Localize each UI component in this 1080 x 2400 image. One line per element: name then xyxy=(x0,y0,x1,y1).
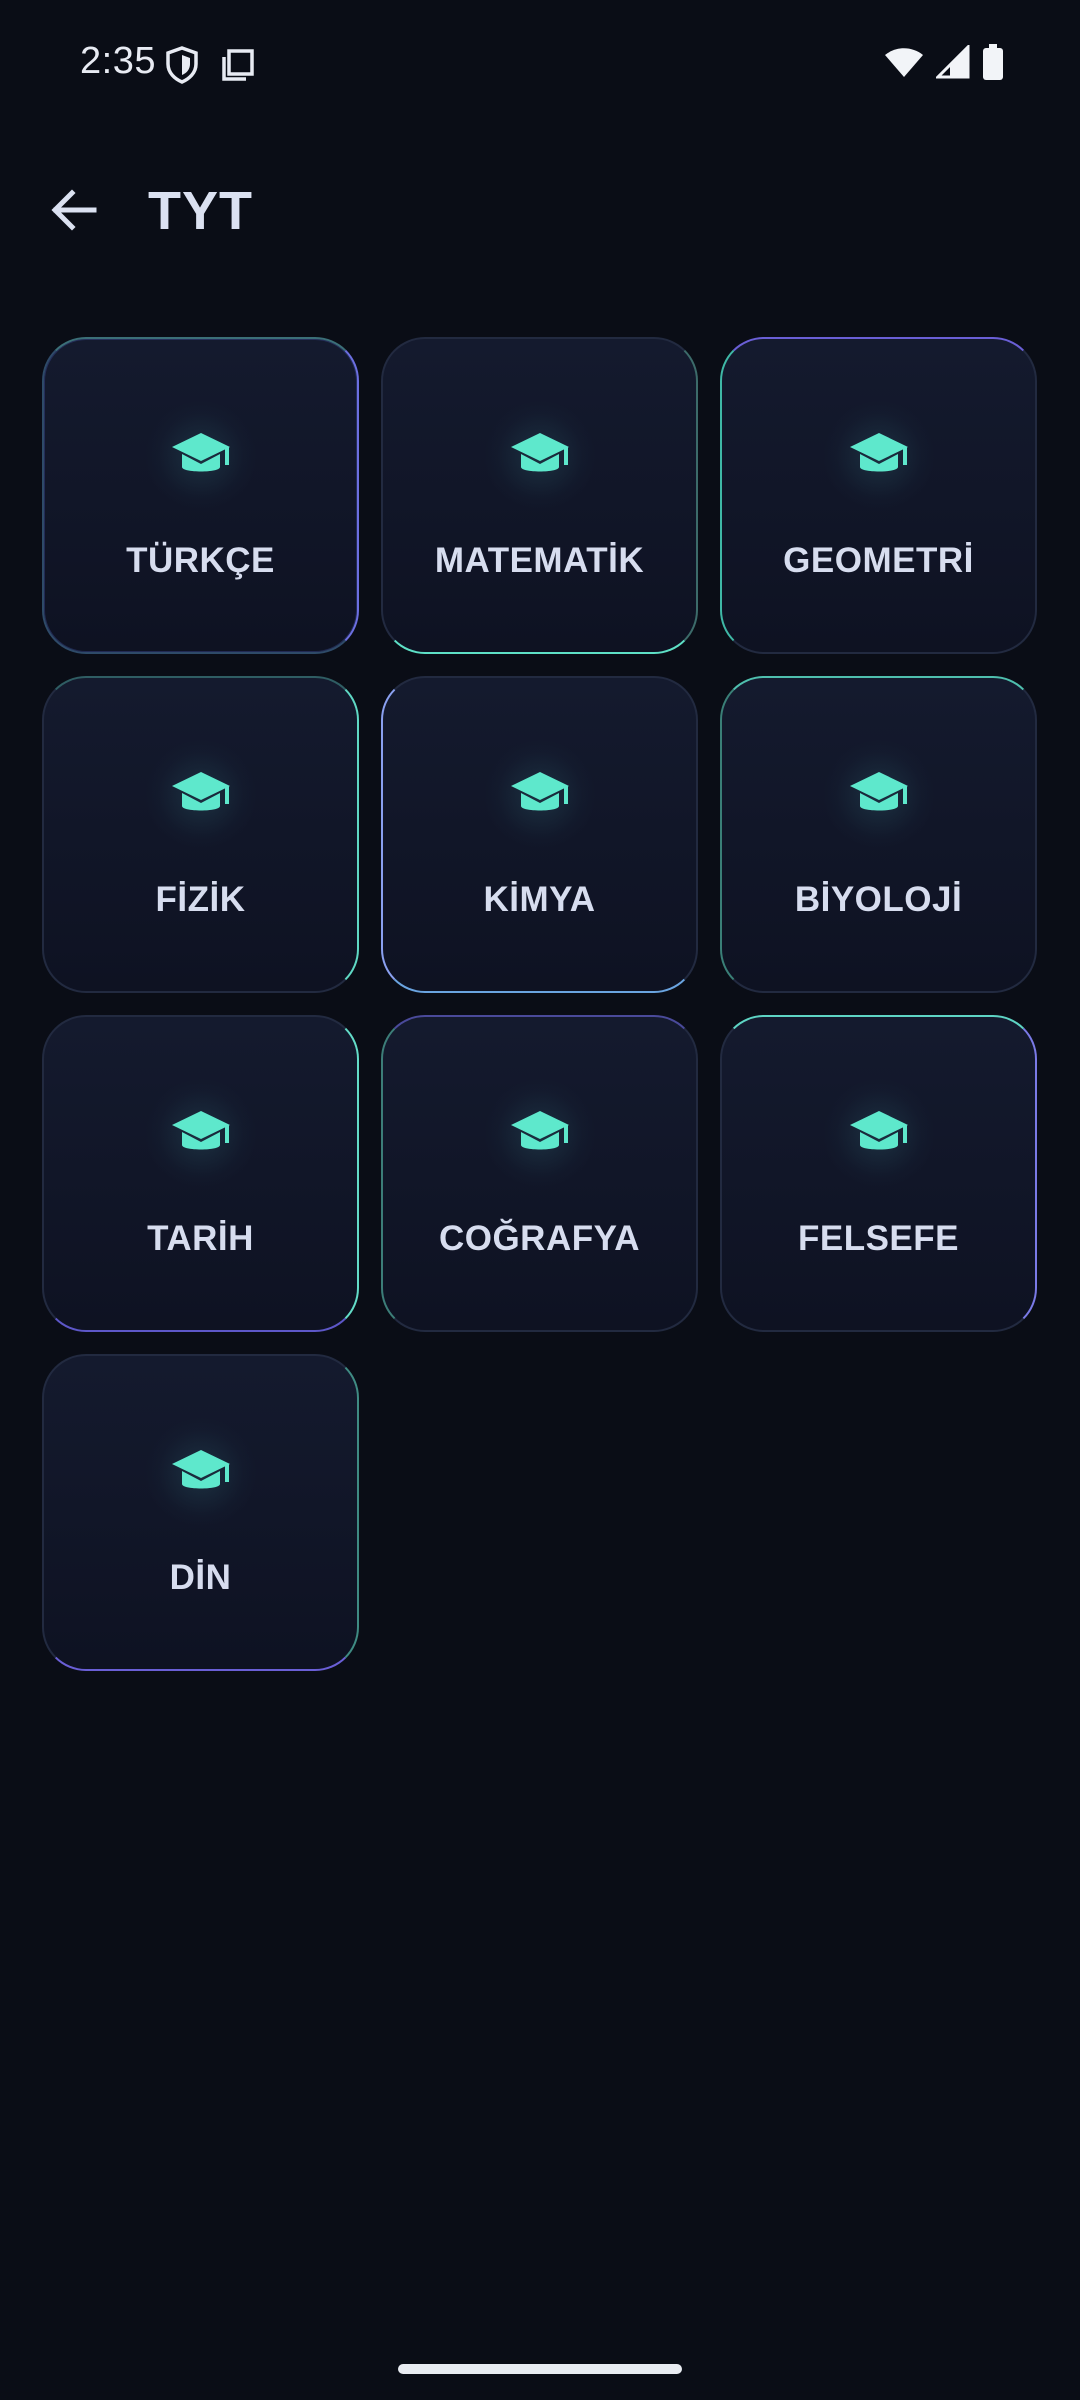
shield-icon xyxy=(165,46,199,89)
arrow-back-icon xyxy=(50,188,98,237)
subject-label: MATEMATİK xyxy=(434,541,645,580)
subject-card-matematik[interactable]: MATEMATİK xyxy=(381,337,698,654)
subject-card-geometri[interactable]: GEOMETRİ xyxy=(720,337,1037,654)
screenshot-icon xyxy=(221,48,255,87)
graduation-cap-icon xyxy=(145,740,256,850)
subject-card-tarih[interactable]: TARİH xyxy=(42,1015,359,1332)
subject-label: BİYOLOJİ xyxy=(794,880,963,919)
wifi-icon xyxy=(884,45,924,84)
status-left-icons xyxy=(165,46,255,89)
app-bar: TYT xyxy=(0,160,1080,260)
status-bar: 2:35 xyxy=(0,0,1080,126)
graduation-cap-icon xyxy=(823,1079,934,1189)
subject-label: KİMYA xyxy=(483,880,596,919)
subject-label: TÜRKÇE xyxy=(126,541,275,580)
home-indicator[interactable] xyxy=(398,2364,682,2374)
subject-card-fizik[interactable]: FİZİK xyxy=(42,676,359,993)
graduation-cap-icon xyxy=(484,401,595,511)
page-title: TYT xyxy=(148,181,253,241)
subject-card-cografya[interactable]: COĞRAFYA xyxy=(381,1015,698,1332)
subject-card-turkce[interactable]: TÜRKÇE xyxy=(42,337,359,654)
screen: 2:35 TYT TÜRKÇE MATEMATİK GEOMETRİ FİZİK… xyxy=(0,0,1080,2400)
battery-icon xyxy=(982,44,1004,85)
subject-card-felsefe[interactable]: FELSEFE xyxy=(720,1015,1037,1332)
subject-label: GEOMETRİ xyxy=(783,541,974,580)
subject-label: FİZİK xyxy=(155,880,246,919)
subject-grid: TÜRKÇE MATEMATİK GEOMETRİ FİZİK KİMYA Bİ… xyxy=(42,337,1038,1671)
graduation-cap-icon xyxy=(484,740,595,850)
subject-card-kimya[interactable]: KİMYA xyxy=(381,676,698,993)
graduation-cap-icon xyxy=(145,1418,256,1528)
graduation-cap-icon xyxy=(484,1079,595,1189)
signal-icon xyxy=(934,43,970,84)
status-time: 2:35 xyxy=(80,40,156,82)
subject-label: DİN xyxy=(169,1558,232,1597)
subject-label: TARİH xyxy=(147,1219,254,1258)
subject-label: FELSEFE xyxy=(797,1219,960,1258)
subject-card-biyoloji[interactable]: BİYOLOJİ xyxy=(720,676,1037,993)
back-button[interactable] xyxy=(36,174,112,250)
subject-label: COĞRAFYA xyxy=(438,1219,641,1258)
subject-card-din[interactable]: DİN xyxy=(42,1354,359,1671)
status-right-icons xyxy=(884,43,1004,85)
graduation-cap-icon xyxy=(145,401,256,511)
graduation-cap-icon xyxy=(823,740,934,850)
graduation-cap-icon xyxy=(823,401,934,511)
graduation-cap-icon xyxy=(145,1079,256,1189)
